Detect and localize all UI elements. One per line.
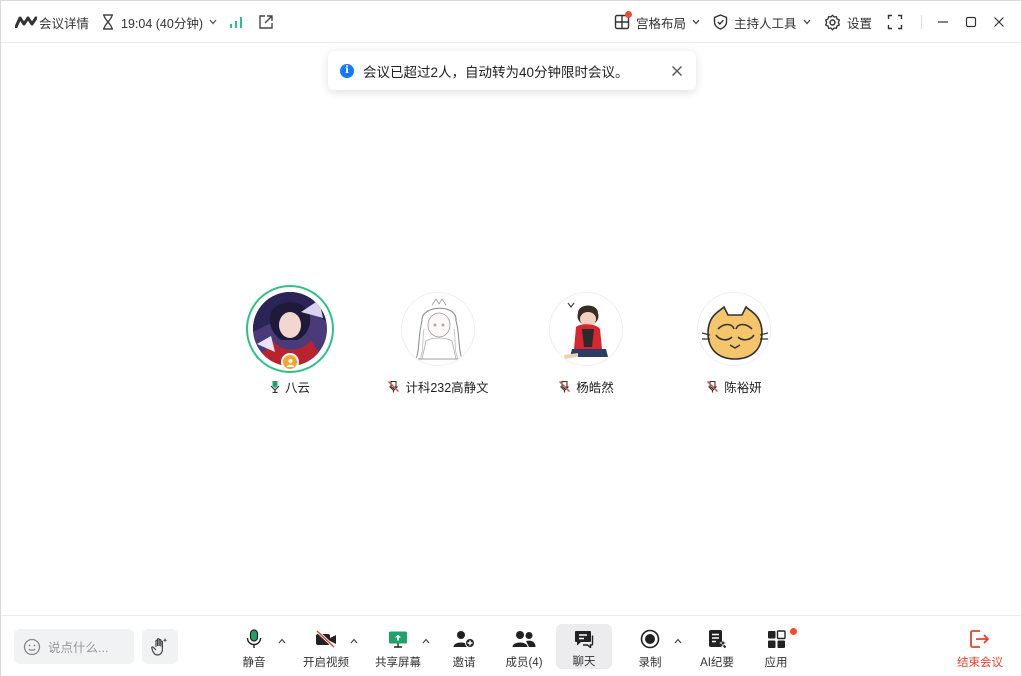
members-button[interactable]: 成员(4) (501, 624, 547, 670)
app-logo-icon (15, 1, 37, 43)
avatar (394, 285, 482, 373)
titlebar-divider (921, 15, 922, 29)
invite-button[interactable]: 邀请 (445, 624, 483, 670)
host-badge-icon (281, 353, 299, 371)
info-icon: i (340, 63, 354, 78)
participant-name: 杨皓然 (576, 381, 614, 395)
participant-tile[interactable]: 杨皓然 (511, 285, 661, 396)
avatar (246, 285, 334, 373)
share-options-caret-icon[interactable] (422, 638, 430, 644)
gear-icon (825, 14, 840, 30)
microphone-muted-icon (388, 380, 400, 393)
mute-options-caret-icon[interactable] (278, 638, 286, 644)
quick-chat-input[interactable]: 说点什么... (14, 629, 134, 664)
record-icon (640, 629, 660, 649)
apps-button[interactable]: 应用 (758, 624, 797, 670)
participant-name-row: 八云 (270, 377, 310, 396)
chevron-down-icon (209, 19, 217, 25)
meeting-window: 会议详情 19:04 (40分钟) 宫格布局 主持人工具 设置 i 会议已超过2… (0, 0, 1022, 676)
title-bar: 会议详情 19:04 (40分钟) 宫格布局 主持人工具 设置 (1, 1, 1021, 43)
start-video-label: 开启视频 (303, 657, 349, 669)
notification-dot (625, 11, 632, 18)
chat-placeholder: 说点什么... (48, 641, 109, 655)
ai-notes-icon (709, 630, 727, 649)
shield-check-icon (713, 14, 728, 30)
participant-tile[interactable]: 计科232高静文 (363, 285, 513, 396)
notification-dot (789, 628, 797, 635)
close-window-icon[interactable] (993, 1, 1005, 43)
participant-tile[interactable]: 陈裕妍 (659, 285, 809, 396)
meeting-info-label: 会议详情 (39, 16, 90, 31)
video-off-icon (315, 630, 336, 648)
record-button[interactable]: 录制 (632, 624, 668, 670)
host-tools-button[interactable]: 主持人工具 (713, 1, 811, 43)
host-tools-label: 主持人工具 (734, 16, 797, 31)
grid-layout-label: 宫格布局 (636, 16, 687, 31)
invite-label: 邀请 (452, 657, 476, 669)
network-signal-icon[interactable] (229, 1, 243, 43)
chevron-down-icon (803, 19, 811, 25)
apps-label: 应用 (764, 657, 788, 669)
maximize-icon[interactable] (965, 1, 977, 43)
microphone-icon (246, 629, 262, 648)
hourglass-icon (103, 14, 113, 30)
grid-layout-icon (614, 11, 632, 30)
video-options-caret-icon[interactable] (350, 638, 358, 644)
meeting-limit-toast: i 会议已超过2人，自动转为40分钟限时会议。 (328, 51, 696, 90)
timer-text: 19:04 (40分钟) (121, 16, 203, 31)
close-icon[interactable] (670, 64, 684, 78)
record-label: 录制 (638, 657, 662, 669)
ai-notes-label: AI纪要 (700, 657, 734, 669)
chevron-down-icon (692, 19, 700, 25)
share-screen-label: 共享屏幕 (375, 657, 421, 669)
participant-name: 八云 (284, 381, 310, 395)
microphone-active-icon (270, 381, 280, 393)
share-screen-icon (389, 631, 407, 648)
fullscreen-icon[interactable] (887, 1, 903, 43)
apps-grid-icon (767, 629, 786, 648)
toast-message: 会议已超过2人，自动转为40分钟限时会议。 (363, 64, 629, 80)
microphone-muted-icon (707, 380, 719, 393)
mute-label: 静音 (242, 657, 266, 669)
members-icon (512, 631, 536, 647)
share-link-icon[interactable] (258, 1, 274, 43)
participant-name: 陈裕妍 (724, 381, 762, 395)
raise-hand-button[interactable] (142, 629, 178, 664)
participant-name: 计科232高静文 (405, 381, 489, 395)
avatar (690, 285, 778, 373)
raise-hand-icon (151, 637, 168, 656)
participant-name-row: 陈裕妍 (706, 377, 762, 396)
end-meeting-button[interactable]: 结束会议 (953, 624, 1007, 670)
share-screen-button[interactable]: 共享屏幕 (373, 624, 423, 670)
start-video-button[interactable]: 开启视频 (300, 624, 352, 670)
settings-label: 设置 (847, 16, 873, 31)
avatar (542, 285, 630, 373)
minimize-icon[interactable] (937, 1, 949, 43)
participant-name-row: 计科232高静文 (387, 377, 489, 396)
record-options-caret-icon[interactable] (674, 638, 682, 644)
chat-icon (575, 630, 594, 648)
exit-icon (970, 630, 989, 648)
ai-notes-button[interactable]: AI纪要 (697, 624, 737, 670)
mute-button[interactable]: 静音 (235, 624, 273, 670)
members-label: 成员(4) (505, 657, 543, 669)
meeting-timer-button[interactable]: 19:04 (40分钟) (101, 1, 217, 43)
end-meeting-label: 结束会议 (957, 657, 1003, 669)
chat-button[interactable]: 聊天 (556, 624, 612, 669)
microphone-muted-icon (559, 380, 571, 393)
participant-name-row: 杨皓然 (558, 377, 614, 396)
participant-tile[interactable]: 八云 (215, 285, 365, 396)
emoji-icon (23, 638, 41, 655)
add-user-icon (453, 631, 475, 648)
meeting-toolbar: 说点什么... 静音 开启视频 共享屏幕 邀请 成员(4) 聊天 录制 AI纪要… (1, 615, 1021, 676)
chat-label: 聊天 (572, 656, 596, 668)
settings-button[interactable]: 设置 (824, 1, 872, 43)
meeting-info-button[interactable]: 会议详情 (39, 1, 89, 43)
grid-layout-button[interactable]: 宫格布局 (614, 1, 700, 43)
